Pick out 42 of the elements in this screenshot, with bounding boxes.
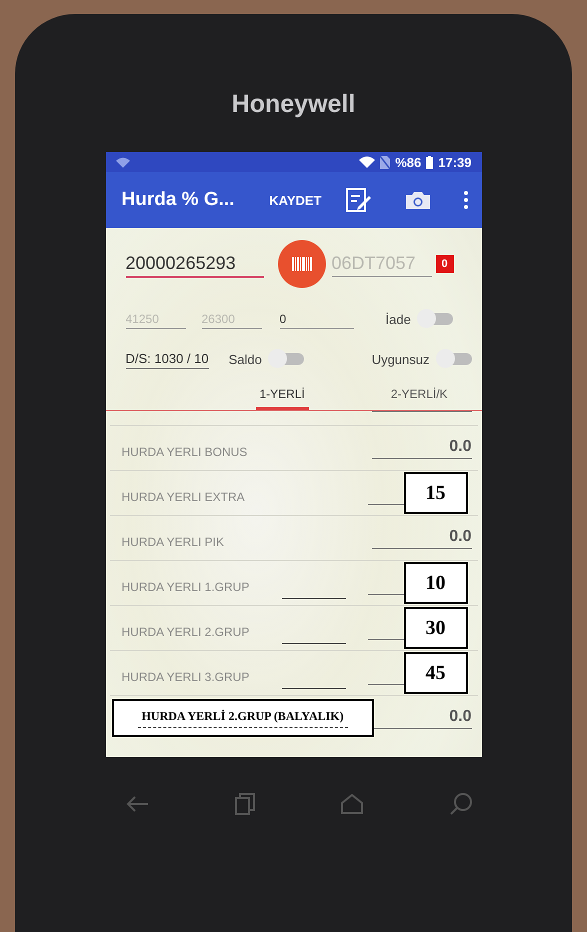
wifi-icon — [116, 156, 130, 168]
toggle-label: Uygunsuz — [372, 352, 430, 366]
wifi-icon — [359, 156, 376, 168]
more-options-icon[interactable] — [464, 191, 468, 209]
plate-field[interactable]: 06DT7057 — [332, 251, 432, 277]
annotation-value: 45 — [404, 652, 468, 694]
toggle-label: İade — [386, 312, 411, 326]
ds-label: D/S: 1030 / 10 — [126, 349, 209, 369]
save-button[interactable]: KAYDET — [267, 188, 324, 212]
weight-field[interactable]: 0 — [280, 310, 354, 328]
back-icon[interactable] — [125, 795, 149, 813]
row-label: HURDA YERLI 2.GRUP — [122, 625, 250, 639]
recent-apps-icon[interactable] — [234, 793, 255, 815]
edit-note-icon[interactable] — [346, 188, 372, 212]
annotation-value: 10 — [404, 562, 468, 604]
home-icon[interactable] — [340, 794, 364, 814]
clock: 17:39 — [438, 154, 472, 170]
toggle-label: Saldo — [228, 352, 262, 366]
row-label: HURDA YERLI 1.GRUP — [122, 580, 250, 594]
tab[interactable]: 1-YERLİ — [256, 380, 309, 410]
row-label: HURDA YERLI 3.GRUP — [122, 670, 250, 684]
barcode-field[interactable]: 20000265293 — [126, 250, 264, 278]
scan-button[interactable] — [278, 240, 326, 288]
row-label: HURDA YERLI PIK — [122, 535, 224, 549]
count-badge: 0 — [436, 255, 454, 273]
row-label: HURDA YERLI EXTRA — [122, 490, 245, 504]
battery-percent: %86 — [395, 154, 422, 170]
camera-icon[interactable] — [406, 191, 430, 209]
app-title: Hurda % G... — [122, 189, 236, 211]
barcode-icon — [292, 257, 312, 271]
annotation-value: 15 — [404, 472, 468, 514]
annotation-value: 30 — [404, 607, 468, 649]
brand-logo: Honeywell — [230, 90, 356, 120]
search-icon[interactable] — [450, 793, 474, 815]
value-field[interactable]: 0.0 — [372, 528, 472, 548]
value-field[interactable]: 0.0 — [372, 438, 472, 458]
value-field[interactable]: 0.0 — [374, 708, 472, 728]
row-label: HURDA YERLI BONUS — [122, 445, 248, 459]
battery-icon — [426, 156, 434, 168]
annotation-text: HURDA YERLİ 2.GRUP (BALYALIK) — [138, 708, 348, 728]
tab[interactable]: 2-YERLİ/K — [386, 380, 452, 410]
no-sim-icon — [380, 156, 390, 168]
